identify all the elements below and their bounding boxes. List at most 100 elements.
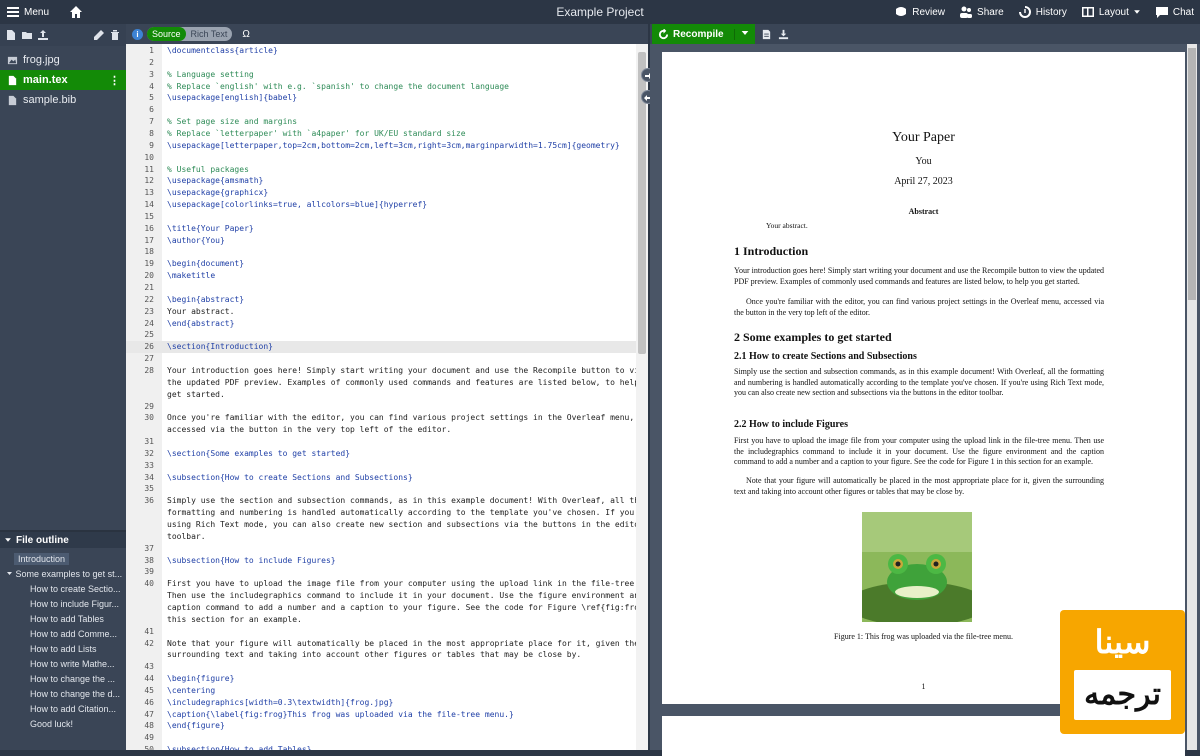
line-number: 6 [149,105,154,115]
code-line[interactable]: \end{abstract} [167,319,234,328]
layout-button[interactable]: Layout [1081,5,1141,19]
scrollbar-thumb[interactable] [1188,48,1196,300]
code-line[interactable]: % Replace `letterpaper' with `a4paper' f… [167,129,466,138]
code-line[interactable]: \centering [167,686,215,695]
line-number: 34 [144,472,154,482]
recompile-options-button[interactable] [733,28,755,40]
line-number: 11 [144,164,154,174]
symbol-palette-button[interactable]: Ω [242,29,249,40]
download-icon[interactable] [778,29,789,40]
logs-icon[interactable] [761,29,772,40]
chat-button[interactable]: Chat [1155,5,1194,19]
code-line[interactable]: \begin{document} [167,259,244,268]
code-line[interactable]: % Language setting [167,70,254,79]
code-line[interactable]: the updated PDF preview. Examples of com… [167,378,636,387]
outline-item[interactable]: How to change the ... [0,672,126,687]
file-item-frog-jpg[interactable]: frog.jpg [0,50,126,70]
code-line[interactable]: Your introduction goes here! Simply star… [167,366,636,375]
code-line[interactable]: \caption{\label{fig:frog}This frog was u… [167,710,514,719]
file-item-sample-bib[interactable]: sample.bib [0,90,126,110]
code-line[interactable]: this section for an example. [167,615,302,624]
history-button[interactable]: History [1018,5,1067,19]
pdf-paragraph: Your introduction goes here! Simply star… [734,266,1105,286]
outline-item[interactable]: How to add Lists [0,642,126,657]
code-line[interactable]: \title{Your Paper} [167,224,254,233]
code-line[interactable]: \author{You} [167,236,225,245]
code-line[interactable]: \usepackage[english]{babel} [167,93,297,102]
code-line[interactable]: \documentclass{article} [167,46,278,55]
pdf-page[interactable]: Your Paper You April 27, 2023 Abstract Y… [662,52,1185,704]
rich-text-mode-button[interactable]: Rich Text [186,29,233,39]
code-line[interactable]: \usepackage{graphicx} [167,188,268,197]
editor-mode-toggle[interactable]: Source Rich Text [147,27,233,41]
code-line[interactable]: % Set page size and margins [167,117,297,126]
info-icon[interactable]: i [132,28,143,40]
file-item-main-tex[interactable]: main.tex ⋮ [0,70,126,90]
code-line[interactable]: \begin{figure} [167,674,234,683]
outline-item[interactable]: Introduction [0,552,126,567]
trash-icon[interactable] [109,29,121,41]
pdf-scrollbar[interactable] [1187,44,1197,750]
outline-item[interactable]: How to change the d... [0,687,126,702]
outline-item-label: How to create Sectio... [30,584,121,594]
code-line[interactable]: \includegraphics[width=0.3\textwidth]{fr… [167,698,393,707]
code-line[interactable]: Simply use the section and subsection co… [167,496,636,505]
code-line[interactable]: caption command to add a number and a ca… [167,603,636,612]
file-name: main.tex [23,74,68,86]
recompile-button[interactable]: Recompile [652,24,755,44]
code-line[interactable]: \section{Introduction} [167,342,273,351]
home-button[interactable] [69,5,83,19]
code-line[interactable]: surrounding text and taking into account… [167,650,581,659]
editor-scrollbar[interactable] [636,44,648,750]
code-line[interactable]: \begin{abstract} [167,295,244,304]
outline-item[interactable]: Good luck! [0,717,126,732]
code-line[interactable]: % Replace `english' with e.g. `spanish' … [167,82,509,91]
code-line[interactable]: formatting and numbering is handled auto… [167,508,636,517]
new-folder-icon[interactable] [21,29,33,41]
outline-item[interactable]: Some examples to get st... [0,567,126,582]
code-line[interactable]: using Rich Text mode, you can also creat… [167,520,636,529]
outline-item[interactable]: How to add Citation... [0,702,126,717]
code-line[interactable]: \subsection{How to create Sections and S… [167,473,413,482]
code-line[interactable]: accessed via the button in the very top … [167,425,451,434]
code-line[interactable]: Then use the includegraphics command to … [167,591,636,600]
line-number: 7 [149,117,154,127]
outline-item[interactable]: How to create Sectio... [0,582,126,597]
source-mode-button[interactable]: Source [147,27,186,41]
review-button[interactable]: Review [894,5,945,19]
code-line[interactable]: \section{Some examples to get started} [167,449,350,458]
new-file-icon[interactable] [5,29,17,41]
outline-item[interactable]: How to add Tables [0,612,126,627]
code-line[interactable]: Your abstract. [167,307,234,316]
code-line[interactable]: First you have to upload the image file … [167,579,636,588]
code-line[interactable]: \usepackage[letterpaper,top=2cm,bottom=2… [167,141,620,150]
code-area[interactable]: 1 \documentclass{article} 2 3% Language set… [126,44,636,750]
top-bar: Menu Example Project Review Share Histor… [0,0,1200,24]
code-line[interactable]: \end{figure} [167,721,225,730]
code-line[interactable]: \usepackage[colorlinks=true, allcolors=b… [167,200,427,209]
line-number: 39 [144,567,154,577]
code-line[interactable]: \maketitle [167,271,215,280]
menu-button[interactable]: Menu [6,5,49,19]
pencil-icon[interactable] [93,29,105,41]
file-tree-panel: frog.jpg main.tex ⋮ sample.bib File outl… [0,24,126,750]
code-line[interactable]: \subsection{How to include Figures} [167,556,336,565]
code-line[interactable]: Note that your figure will automatically… [167,639,636,648]
line-number: 15 [144,211,154,221]
code-line[interactable]: \subsection{How to add Tables} [167,745,312,750]
code-line[interactable]: \usepackage{amsmath} [167,176,263,185]
code-line[interactable]: get started. [167,390,225,399]
share-button[interactable]: Share [959,5,1004,19]
file-outline-header[interactable]: File outline [0,532,126,548]
code-line[interactable]: toolbar. [167,532,206,541]
upload-icon[interactable] [37,29,49,41]
file-icon [8,75,17,85]
outline-item[interactable]: How to add Comme... [0,627,126,642]
outline-item[interactable]: How to write Mathe... [0,657,126,672]
file-menu-icon[interactable]: ⋮ [109,74,120,87]
chevron-down-icon[interactable] [6,570,13,577]
line-number: 23 [144,306,154,316]
outline-item[interactable]: How to include Figur... [0,597,126,612]
code-line[interactable]: % Useful packages [167,165,249,174]
code-line[interactable]: Once you're familiar with the editor, yo… [167,413,634,422]
